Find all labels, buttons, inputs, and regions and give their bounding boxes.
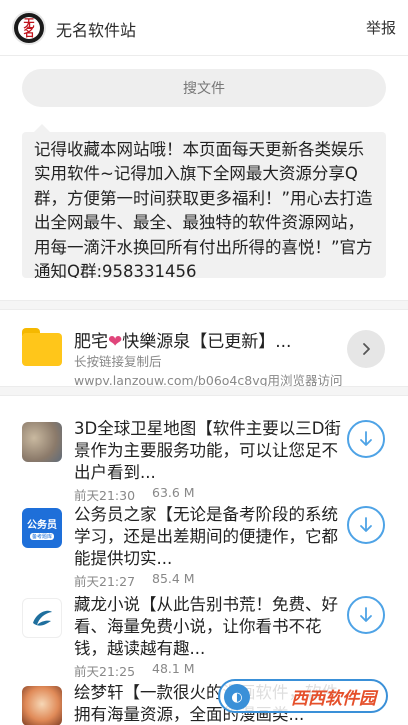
file-list-item[interactable]: 公务员 备考题库 公务员之家【无论是备考阶段的系统学习，还是出差期间的便捷作，它… (0, 486, 408, 589)
search-file-button[interactable]: 搜文件 (22, 69, 386, 107)
notice-text: 记得收藏本网站哦！本页面每天更新各类娱乐实用软件~记得加入旗下全网最大资源分享Q… (22, 132, 386, 278)
share-title-suffix: 快樂源泉【已更新】... (122, 332, 292, 352)
open-link-button[interactable] (347, 330, 385, 368)
comic-app-icon (22, 686, 62, 725)
download-arrow-icon (360, 431, 372, 446)
download-button[interactable] (347, 420, 385, 458)
site-title: 无名软件站 (56, 21, 137, 40)
chevron-right-icon (363, 343, 370, 355)
notice-pointer (34, 124, 50, 132)
app-header: 无名 无名软件站 举报 (0, 0, 408, 56)
section-divider (0, 386, 408, 396)
heart-icon: ❤ (108, 332, 123, 352)
file-title: 藏龙小说【从此告别书荒！免费、好看、海量免费小说，让你看书不花钱，越读越有趣..… (74, 595, 338, 658)
file-list-item[interactable]: 藏龙小说【从此告别书荒！免费、好看、海量免费小说，让你看书不花钱，越读越有趣..… (0, 576, 408, 679)
share-link-title: 肥宅❤快樂源泉【已更新】... (74, 327, 291, 352)
watermark-logo-icon: ◐ (224, 684, 250, 710)
novel-app-icon (22, 598, 62, 638)
download-arrow-icon (360, 607, 372, 622)
app-icon-label: 公务员 (27, 520, 57, 531)
app-icon-sublabel: 备考题库 (29, 533, 54, 540)
section-divider (0, 300, 408, 310)
download-arrow-icon (360, 517, 372, 532)
copy-hint: 长按链接复制后 (74, 354, 162, 369)
file-title: 公务员之家【无论是备考阶段的系统学习，还是出差期间的便捷作，它都能提供切实... (74, 505, 338, 568)
logo-text: 无名 (23, 17, 35, 39)
site-logo: 无名 (12, 11, 46, 45)
watermark-text: 西西软件园 (291, 688, 376, 709)
report-button[interactable]: 举报 (366, 17, 396, 38)
download-button[interactable] (347, 506, 385, 544)
civil-servant-app-icon: 公务员 备考题库 (22, 508, 62, 548)
site-watermark: ◐ 西西软件园 (218, 679, 388, 713)
file-list-item[interactable]: 3D全球卫星地图【软件主要以三D街景作为主要服务功能，可以让您足不出户看到...… (0, 400, 408, 503)
download-button[interactable] (347, 596, 385, 634)
satellite-map-thumbnail (22, 422, 62, 462)
share-title-prefix: 肥宅 (74, 332, 108, 352)
file-title: 3D全球卫星地图【软件主要以三D街景作为主要服务功能，可以让您足不出户看到... (74, 419, 341, 482)
folder-icon (22, 328, 62, 366)
